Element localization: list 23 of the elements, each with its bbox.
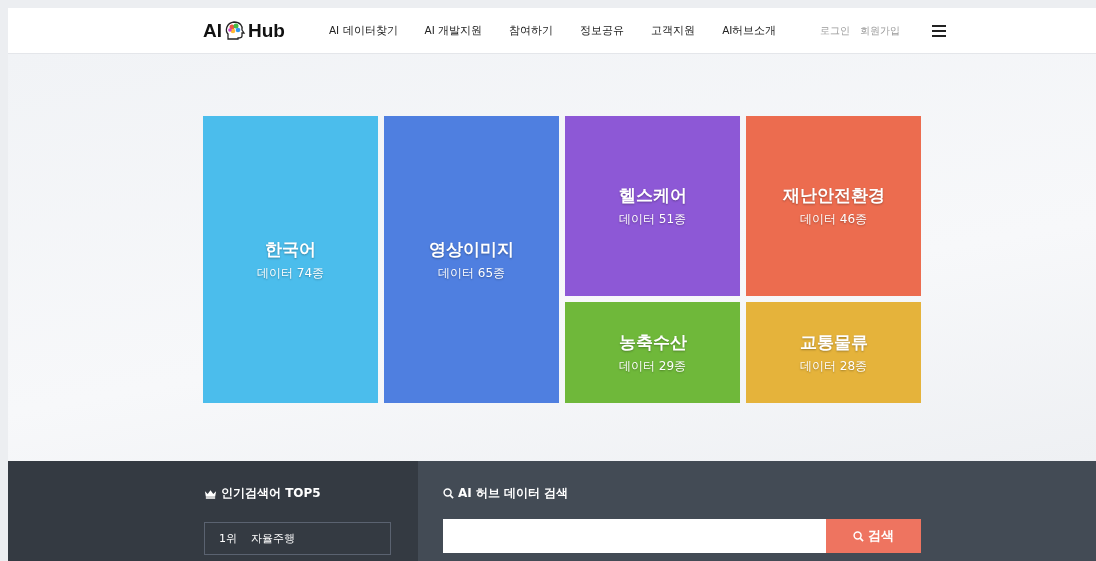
nav-link[interactable]: AI 개발지원 <box>424 23 483 38</box>
search-icon <box>443 488 454 499</box>
crown-icon <box>204 488 217 499</box>
menu-icon[interactable] <box>932 24 947 37</box>
nav-link[interactable]: 참여하기 <box>509 23 554 38</box>
header-link[interactable]: 로그인 <box>820 23 851 38</box>
popular-term[interactable]: 1위 자율주행 <box>204 522 391 555</box>
category-tile[interactable]: 헬스케어 데이터 51종 <box>565 116 740 296</box>
search-field[interactable] <box>443 519 826 553</box>
head-brain-icon <box>223 18 247 43</box>
header-link[interactable]: 회원가입 <box>860 23 901 38</box>
category-tile[interactable]: 농축수산 데이터 29종 <box>565 302 740 403</box>
panel-title: 인기검색어 TOP5 <box>221 485 321 502</box>
nav-link[interactable]: 정보공유 <box>580 23 625 38</box>
nav-link[interactable]: AI 데이터찾기 <box>328 23 398 38</box>
search-button[interactable]: 검색 <box>826 519 921 553</box>
nav-link[interactable]: AI허브소개 <box>722 23 777 38</box>
category-tile[interactable]: 재난안전환경 데이터 46종 <box>746 116 921 296</box>
nav-link[interactable]: 고객지원 <box>651 23 696 38</box>
search-icon <box>853 530 864 542</box>
category-tile[interactable]: 영상이미지 데이터 65종 <box>384 116 559 403</box>
panel-title: AI 허브 데이터 검색 <box>458 485 569 502</box>
logo-link[interactable]: AI Hub <box>203 18 285 43</box>
